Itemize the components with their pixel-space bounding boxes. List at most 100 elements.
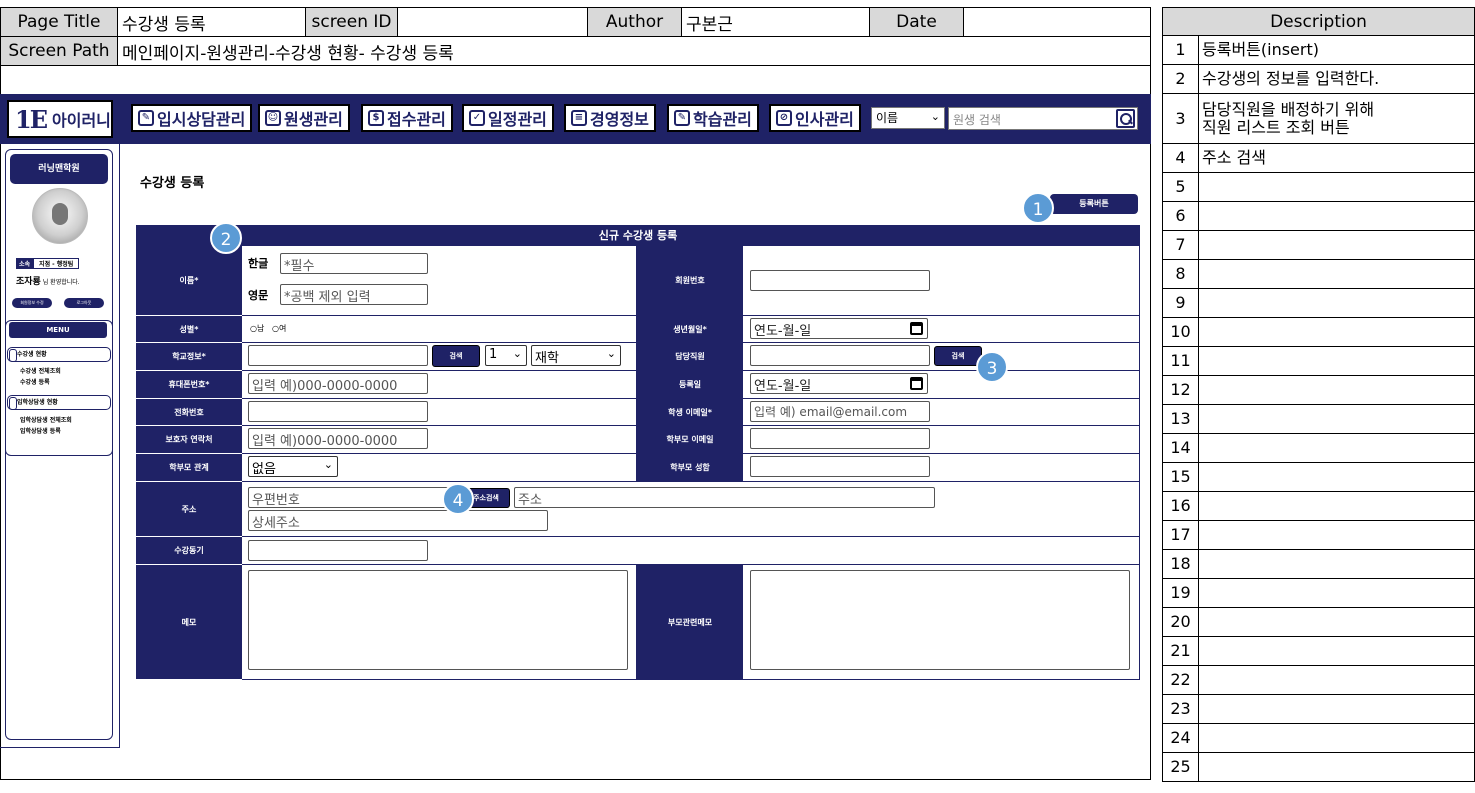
author-label: Author	[587, 7, 682, 37]
nav-label: 일정관리	[488, 110, 547, 129]
nav-label: 인사관리	[795, 110, 854, 129]
mobile-input[interactable]: 입력 예)000-0000-0000	[248, 373, 428, 394]
description-row: 2 수강생의 정보를 입력한다.	[1162, 64, 1475, 94]
gender-male-radio[interactable]: ○남	[250, 323, 264, 334]
description-text	[1198, 346, 1475, 376]
page-title-value: 수강생 등록	[117, 7, 306, 37]
school-input[interactable]	[248, 345, 428, 366]
label-birth: 생년월일*	[637, 316, 743, 342]
search-icon[interactable]	[1116, 109, 1135, 128]
nav-button[interactable]: ⊘ 인사관리	[769, 104, 861, 132]
label-motive: 수강동기	[136, 537, 242, 564]
zipcode-input[interactable]: 우편번호	[248, 487, 462, 508]
screen-id-label: screen ID	[305, 7, 398, 37]
menu-title: MENU	[9, 322, 107, 338]
nav-button[interactable]: ✎ 학습관리	[667, 104, 759, 132]
description-text	[1198, 520, 1475, 550]
motive-input[interactable]	[248, 540, 428, 561]
edit-icon: ✎	[674, 110, 690, 126]
description-number: 18	[1162, 549, 1199, 579]
pencil-icon: ✎	[138, 110, 154, 126]
gender-female-radio[interactable]: ○여	[272, 323, 286, 334]
korean-name-input[interactable]: *필수	[280, 253, 428, 274]
menu-group-students[interactable]: 수강생 현황	[7, 347, 111, 362]
description-row: 13	[1162, 404, 1475, 434]
guardian-contact-input[interactable]: 입력 예)000-0000-0000	[248, 428, 428, 449]
student-search-input[interactable]: 원생 검색	[948, 107, 1138, 130]
user-name: 조자룡	[16, 277, 41, 287]
register-button[interactable]: 등록버튼	[1050, 194, 1138, 214]
calendar-icon[interactable]	[910, 322, 923, 335]
memo-textarea[interactable]	[248, 570, 628, 670]
address-detail-input[interactable]: 상세주소	[248, 510, 548, 531]
logo-text: 아이러니	[52, 111, 111, 130]
calendar-icon[interactable]	[910, 377, 923, 390]
staff-search-button[interactable]: 검색	[934, 346, 982, 366]
nav-button[interactable]: $ 접수관리	[361, 104, 453, 132]
nav-button[interactable]: ✎ 입시상담관리	[131, 104, 253, 132]
staff-input[interactable]	[750, 345, 930, 366]
search-category-select[interactable]: 이름 ⌄	[871, 107, 945, 129]
label-student-email: 학생 이메일*	[637, 399, 743, 425]
description-text: 주소 검색	[1198, 143, 1475, 173]
page-heading: 수강생 등록	[140, 176, 205, 191]
phone-input[interactable]	[248, 401, 428, 422]
member-no-input[interactable]	[750, 270, 930, 291]
menu-item-students-register[interactable]: 수강생 등록	[20, 377, 50, 386]
description-text	[1198, 462, 1475, 492]
logo[interactable]: 1E 아이러니	[7, 100, 113, 138]
birth-date-placeholder: 연도-월-일	[754, 324, 812, 339]
parent-memo-textarea[interactable]	[750, 570, 1130, 670]
date-label: Date	[869, 7, 964, 37]
description-header: Description	[1162, 7, 1475, 36]
description-row: 14	[1162, 433, 1475, 463]
badge-icon: ⊘	[776, 110, 792, 126]
description-number: 6	[1162, 201, 1199, 231]
parent-email-input[interactable]	[750, 428, 930, 449]
description-row: 4 주소 검색	[1162, 143, 1475, 173]
description-text: 등록버튼(insert)	[1198, 35, 1475, 65]
status-select[interactable]: 재학 ⌄	[531, 345, 621, 366]
chevron-down-icon: ⌄	[930, 110, 940, 123]
menu-item-consult-register[interactable]: 입학상담생 등록	[20, 426, 61, 435]
description-text	[1198, 636, 1475, 666]
description-text: 수강생의 정보를 입력한다.	[1198, 64, 1475, 94]
edit-profile-button[interactable]: 회원정보 수정	[12, 298, 52, 308]
school-search-button[interactable]: 검색	[432, 345, 480, 367]
logout-button[interactable]: 로그아웃	[64, 298, 104, 308]
description-number: 22	[1162, 665, 1199, 695]
reg-date-input[interactable]: 연도-월-일	[750, 373, 928, 394]
student-email-input[interactable]: 입력 예) email@email.com	[750, 401, 930, 422]
nav-button[interactable]: ≡ 경영정보	[564, 104, 656, 132]
annotation-badge-1: 1	[1022, 192, 1054, 224]
description-text	[1198, 201, 1475, 231]
row-divider	[242, 536, 1140, 537]
grade-select[interactable]: 1 ⌄	[485, 345, 527, 366]
description-row: 23	[1162, 694, 1475, 724]
description-table: Description 1 등록버튼(insert) 2 수강생의 정보를 입력한다.…	[1162, 7, 1475, 782]
welcome-text: 조자룡 님 환영합니다.	[16, 274, 80, 287]
label-reg-date: 등록일	[637, 371, 743, 398]
description-row: 22	[1162, 665, 1475, 695]
description-row: 1 등록버튼(insert)	[1162, 35, 1475, 65]
nav-button[interactable]: ☺ 원생관리	[258, 104, 350, 132]
welcome-suffix: 님 환영합니다.	[40, 279, 80, 286]
english-name-input[interactable]: *공백 제외 입력	[280, 284, 428, 305]
date-value	[963, 7, 1151, 37]
description-number: 11	[1162, 346, 1199, 376]
description-text	[1198, 665, 1475, 695]
birth-date-input[interactable]: 연도-월-일	[750, 318, 928, 339]
nav-button[interactable]: ✓ 일정관리	[462, 104, 554, 132]
menu-group-consult[interactable]: 입학상담생 현황	[7, 395, 111, 410]
parent-name-input[interactable]	[750, 456, 930, 477]
reg-date-placeholder: 연도-월-일	[754, 379, 812, 394]
menu-item-consult-all[interactable]: 입학상담생 전체조회	[20, 415, 72, 424]
form-title: 신규 수강생 등록	[136, 225, 1140, 246]
description-number: 23	[1162, 694, 1199, 724]
parent-relation-select[interactable]: 없음 ⌄	[248, 456, 338, 477]
description-number: 13	[1162, 404, 1199, 434]
nav-label: 접수관리	[387, 110, 446, 129]
spec-header-table: Page Title 수강생 등록 screen ID Author 구본근 D…	[0, 7, 1151, 66]
menu-item-students-all[interactable]: 수강생 전체조회	[20, 366, 61, 375]
address-input[interactable]: 주소	[514, 487, 935, 508]
